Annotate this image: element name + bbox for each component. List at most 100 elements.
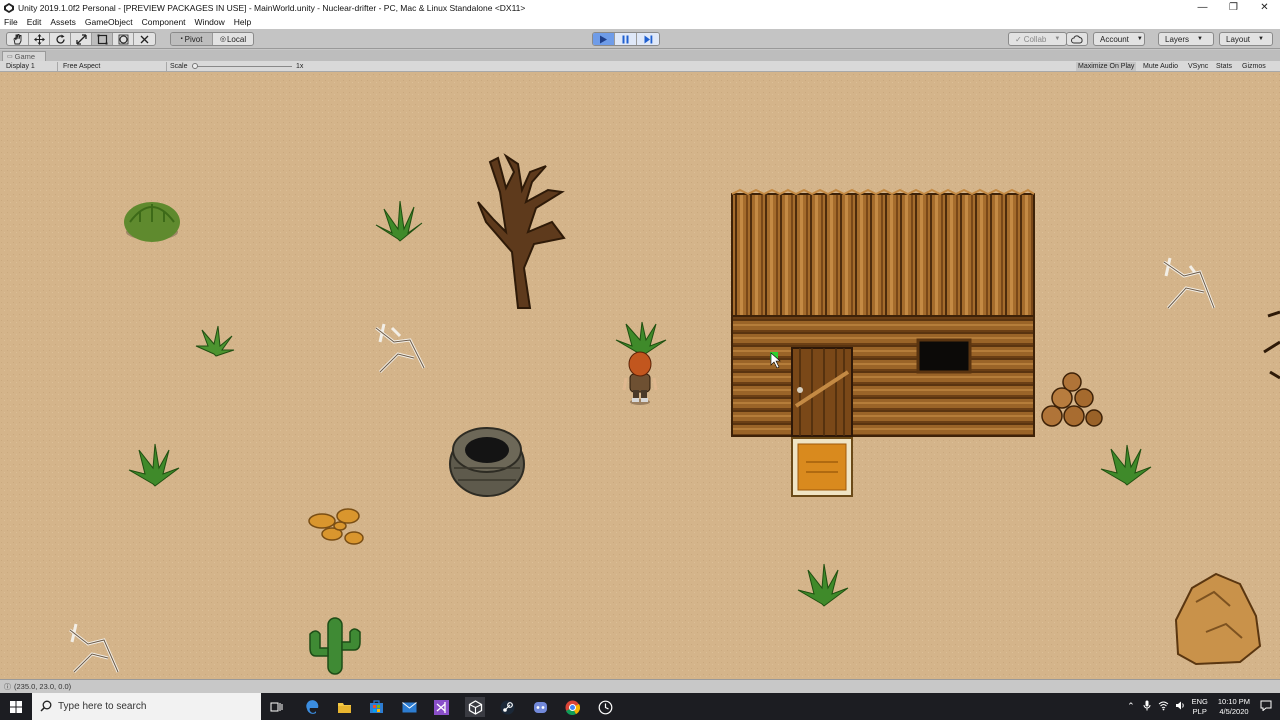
taskbar-search-box[interactable]: Type here to search <box>32 693 261 720</box>
chrome-taskbar-button[interactable] <box>562 697 582 717</box>
play-icon <box>600 35 607 43</box>
task-view-icon <box>270 702 283 712</box>
unity-taskbar-icon <box>468 699 482 715</box>
move-tool-button[interactable] <box>29 33 50 45</box>
cloud-icon <box>1071 34 1083 43</box>
step-icon <box>644 35 652 43</box>
scale-value: 1x <box>296 63 304 70</box>
collab-label: Collab <box>1023 34 1047 44</box>
menu-help[interactable]: Help <box>234 17 251 27</box>
start-button[interactable] <box>0 693 32 720</box>
clock-date: 4/5/2020 <box>1219 706 1249 716</box>
chrome-icon <box>565 700 580 715</box>
network-icon[interactable] <box>1158 700 1169 713</box>
account-dropdown[interactable]: Account ▼ <box>1093 32 1145 46</box>
edge-icon <box>305 699 318 714</box>
scale-slider-handle[interactable] <box>192 63 198 69</box>
local-button[interactable]: ◎ Local <box>213 33 253 45</box>
game-tab-strip: ▭ Game <box>0 50 1280 61</box>
custom-tool-icon <box>140 35 149 43</box>
aspect-dropdown[interactable]: Free Aspect <box>63 62 167 71</box>
pause-button[interactable] <box>615 33 637 45</box>
unity-icon <box>4 2 14 13</box>
language-top: ENG <box>1191 696 1208 706</box>
chevron-down-icon: ▼ <box>1258 36 1264 42</box>
steam-taskbar-button[interactable] <box>497 697 517 717</box>
hand-tool-button[interactable] <box>7 33 29 45</box>
display-dropdown[interactable]: Display 1 <box>6 62 58 71</box>
scale-slider-track[interactable] <box>192 66 292 67</box>
microphone-icon[interactable] <box>1143 700 1151 713</box>
menu-file[interactable]: File <box>4 17 18 27</box>
close-button[interactable]: ✕ <box>1249 0 1280 15</box>
menu-edit[interactable]: Edit <box>27 17 42 27</box>
store-taskbar-button[interactable] <box>366 697 386 717</box>
menu-gameobject[interactable]: GameObject <box>85 17 133 27</box>
menu-assets[interactable]: Assets <box>50 17 76 27</box>
collab-dropdown[interactable]: ✓ Collab ▼ <box>1008 32 1068 46</box>
pivot-toggles: ▪ Pivot ◎ Local <box>170 32 254 46</box>
file-explorer-button[interactable] <box>334 697 354 717</box>
game-tab-icon: ▭ <box>7 54 13 60</box>
windows-taskbar: Type here to search ⌃ ENG PLP 10:10 PM 4… <box>0 693 1280 720</box>
clock-app-taskbar-button[interactable] <box>595 697 615 717</box>
status-text: (235.0, 23.0, 0.0) <box>14 682 72 691</box>
discord-taskbar-button[interactable] <box>530 697 550 717</box>
minimize-button[interactable]: — <box>1187 0 1218 15</box>
move-tool-icon <box>33 33 45 45</box>
visual-studio-button[interactable] <box>431 697 451 717</box>
mail-taskbar-button[interactable] <box>399 697 419 717</box>
account-label: Account <box>1100 34 1129 44</box>
menu-window[interactable]: Window <box>195 17 225 27</box>
layers-label: Layers <box>1165 34 1190 44</box>
toolbar: ▪ Pivot ◎ Local ✓ Collab ▼ Account ▼ Layers ▼ … <box>0 29 1280 49</box>
scale-tool-button[interactable] <box>71 33 92 45</box>
rect-tool-button[interactable] <box>92 33 113 45</box>
maximize-on-play-toggle[interactable]: Maximize On Play <box>1076 62 1137 71</box>
chevron-down-icon: ▼ <box>1197 36 1203 42</box>
pivot-button[interactable]: ▪ Pivot <box>171 33 213 45</box>
notifications-icon[interactable] <box>1260 700 1272 713</box>
barrel-cactus-sprite <box>124 202 180 242</box>
cloud-button[interactable] <box>1066 32 1088 46</box>
volume-icon[interactable] <box>1175 700 1186 713</box>
log-cabin-sprite <box>731 188 1035 437</box>
collab-check-icon: ✓ <box>1015 34 1022 44</box>
vsync-toggle[interactable]: VSync <box>1188 62 1208 71</box>
unity-taskbar-button[interactable] <box>465 697 485 717</box>
mute-audio-toggle[interactable]: Mute Audio <box>1143 62 1178 71</box>
gizmos-dropdown[interactable]: Gizmos <box>1242 62 1266 71</box>
discord-icon <box>533 701 547 713</box>
tray-chevron-up-icon[interactable]: ⌃ <box>1127 701 1135 712</box>
chevron-down-icon: ▼ <box>1136 36 1143 42</box>
local-globe-icon: ◎ <box>219 36 226 43</box>
layout-dropdown[interactable]: Layout ▼ <box>1219 32 1273 46</box>
task-view-button[interactable] <box>267 697 287 717</box>
edge-taskbar-button[interactable] <box>302 697 322 717</box>
transform-tool-icon <box>118 34 128 44</box>
play-button[interactable] <box>593 33 615 45</box>
game-tab-label: Game <box>14 52 36 61</box>
pivot-dot-icon: ▪ <box>180 36 183 42</box>
play-controls <box>592 32 660 46</box>
step-button[interactable] <box>637 33 659 45</box>
search-placeholder: Type here to search <box>58 701 147 712</box>
pivot-label: Pivot <box>184 34 203 44</box>
language-bottom: PLP <box>1192 706 1207 716</box>
layers-dropdown[interactable]: Layers ▼ <box>1158 32 1214 46</box>
rotate-tool-button[interactable] <box>50 33 71 45</box>
game-tab[interactable]: ▭ Game <box>2 51 47 61</box>
game-view[interactable] <box>0 72 1280 679</box>
vs-icon <box>433 699 449 715</box>
stats-toggle[interactable]: Stats <box>1216 62 1232 71</box>
menu-component[interactable]: Component <box>142 17 186 27</box>
transform-tool-button[interactable] <box>113 33 134 45</box>
language-indicator[interactable]: ENG PLP <box>1192 697 1208 717</box>
chevron-down-icon: ▼ <box>1054 36 1061 42</box>
maximize-button[interactable]: ❐ <box>1218 0 1249 15</box>
hand-tool-icon <box>13 33 22 44</box>
search-icon <box>40 700 52 712</box>
taskbar-clock[interactable]: 10:10 PM 4/5/2020 <box>1218 697 1250 717</box>
custom-tool-button[interactable] <box>134 33 155 45</box>
layout-label: Layout <box>1226 34 1251 44</box>
